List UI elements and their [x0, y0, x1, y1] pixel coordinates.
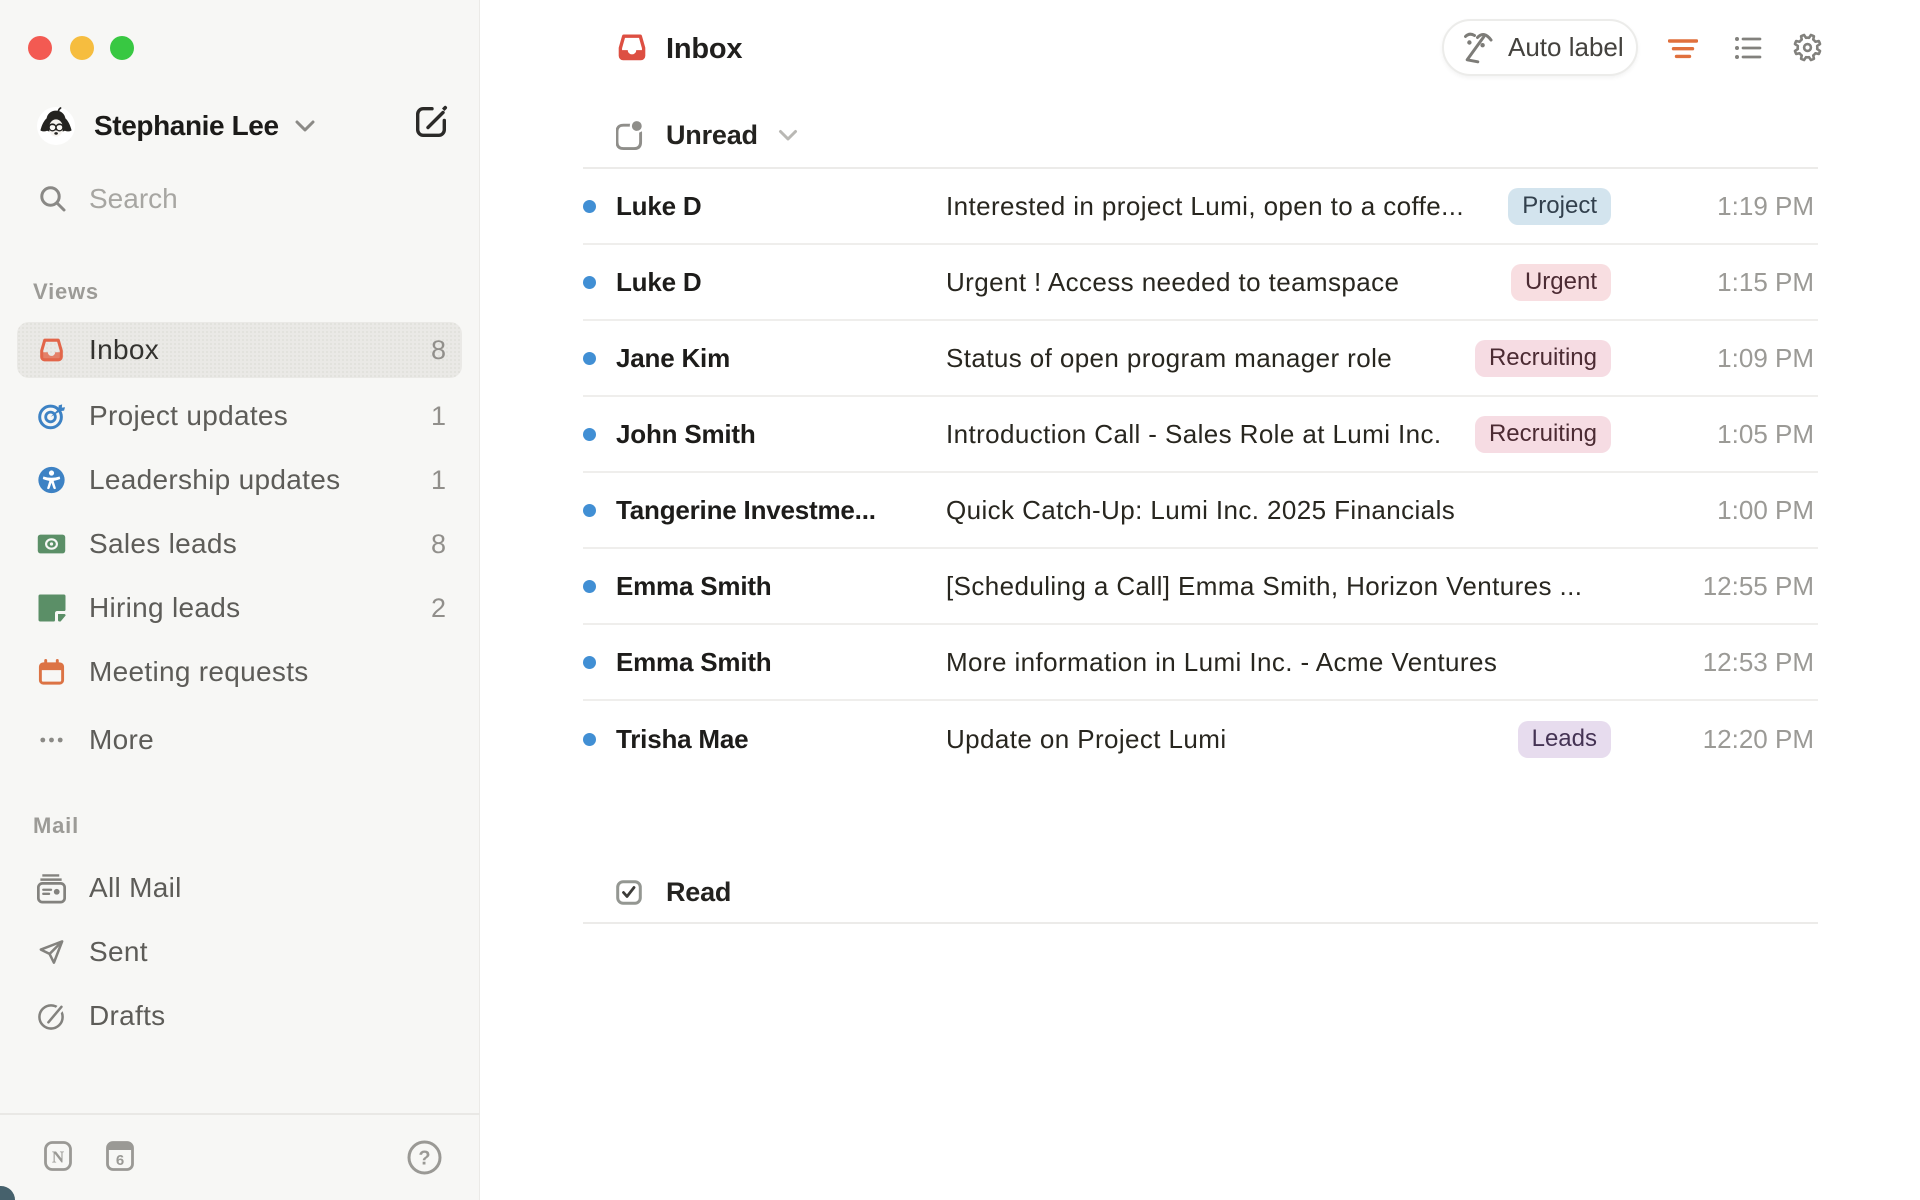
svg-text:N: N: [52, 1148, 65, 1167]
svg-text:6: 6: [116, 1152, 124, 1169]
svg-text:?: ?: [418, 1148, 430, 1170]
